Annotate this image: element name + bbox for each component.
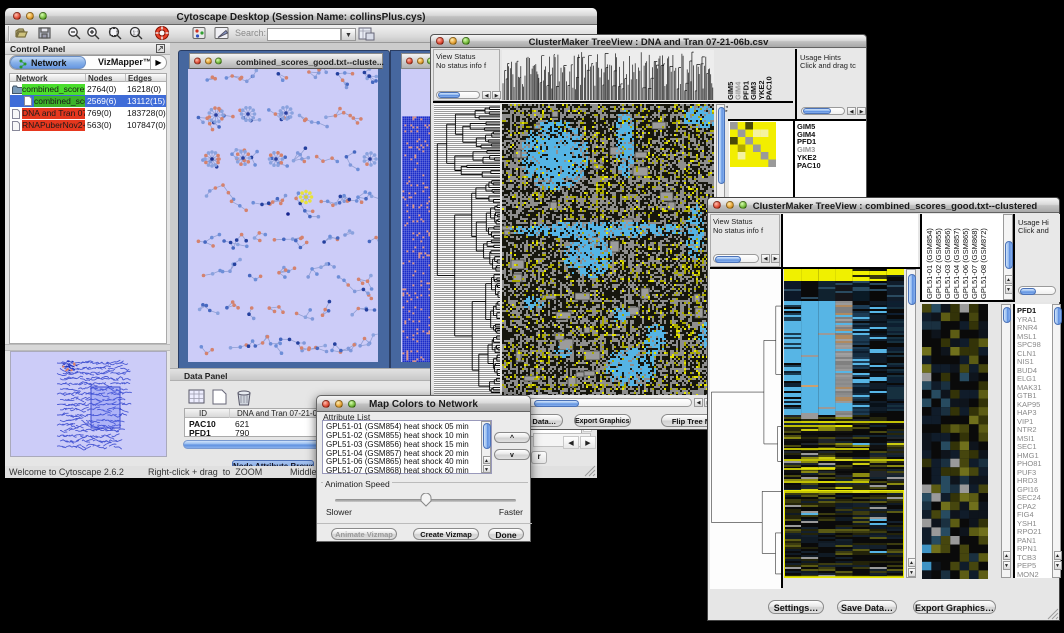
svg-text:GPL51-03 (GSM856): GPL51-03 (GSM856) [943, 228, 952, 299]
svg-text:GPL51-08 (GSM872): GPL51-08 (GSM872) [979, 228, 988, 299]
svg-text:1:1: 1:1 [133, 31, 140, 37]
svg-text:PAC10: PAC10 [765, 76, 774, 100]
svg-text:GPL51-02 (GSM855): GPL51-02 (GSM855) [934, 228, 943, 299]
svg-text:GPL51-06 (GSM865): GPL51-06 (GSM865) [961, 228, 970, 299]
svg-text:GPL51-01 (GSM854): GPL51-01 (GSM854) [925, 228, 934, 299]
svg-text:GPL51-07 (GSM868): GPL51-07 (GSM868) [970, 228, 979, 299]
svg-text:GPL51-04 (GSM857): GPL51-04 (GSM857) [952, 228, 961, 299]
svg-text:Search:: Search: [235, 28, 266, 38]
